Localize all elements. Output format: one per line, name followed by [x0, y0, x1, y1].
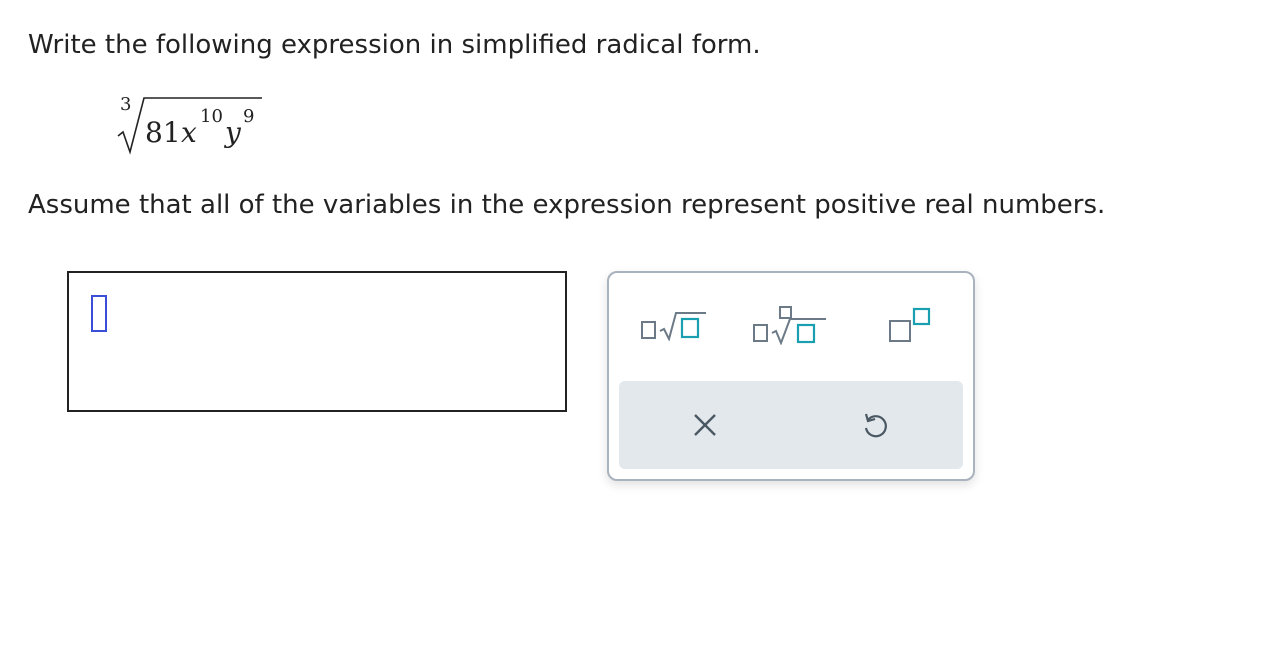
undo-button[interactable]	[825, 397, 925, 453]
answer-input[interactable]	[67, 271, 567, 412]
undo-icon	[864, 413, 887, 438]
nth-root-template-button[interactable]	[745, 297, 835, 353]
clear-button[interactable]	[655, 397, 755, 453]
exponent-template-button[interactable]	[865, 297, 955, 353]
radicand-exponent-y: 9	[243, 106, 255, 127]
assumption-text: Assume that all of the variables in the …	[28, 190, 1106, 220]
superscript-icon	[889, 307, 931, 342]
input-placeholder-box[interactable]	[91, 295, 107, 332]
radicand-variable-x: x	[181, 116, 197, 149]
close-icon	[694, 414, 716, 436]
nth-root-icon	[753, 306, 826, 345]
square-root-template-button[interactable]	[629, 297, 719, 353]
math-palette	[607, 271, 975, 481]
radicand-exponent-x: 10	[200, 106, 223, 127]
radical-index: 3	[120, 94, 132, 115]
palette-actions-bar	[619, 381, 963, 469]
sqrt-icon	[641, 312, 706, 341]
question-prompt: Write the following expression in simpli…	[28, 30, 761, 60]
radicand-variable-y: y	[225, 116, 241, 149]
radical-expression: 3 81 x 10 y 9	[112, 94, 272, 158]
radicand-coefficient: 81	[145, 116, 181, 149]
